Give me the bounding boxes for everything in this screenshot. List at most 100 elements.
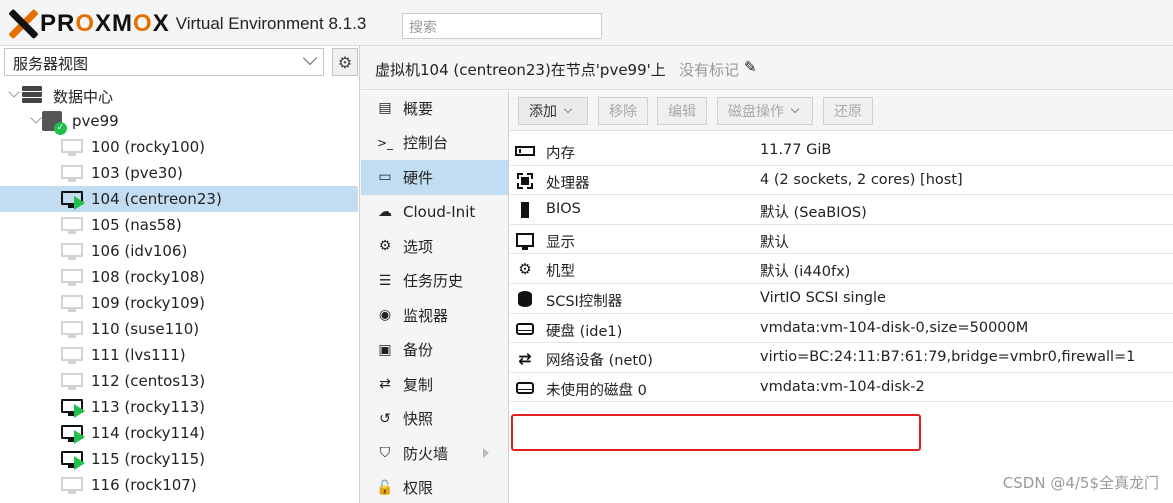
- hardware-row[interactable]: ⚙ 机型 默认 (i440fx): [510, 254, 1173, 284]
- list-icon: ☰: [378, 272, 392, 289]
- tree-node-vm[interactable]: 104 (centreon23): [0, 186, 358, 212]
- hardware-key: BIOS: [546, 201, 581, 218]
- tree-node-vm[interactable]: 105 (nas58): [0, 212, 358, 238]
- hardware-value: 默认 (i440fx): [760, 264, 851, 281]
- vm-running-icon: [61, 191, 85, 210]
- nav-item[interactable]: ☁ Cloud-Init: [361, 195, 508, 230]
- tree-node-vm[interactable]: 112 (centos13): [0, 368, 358, 394]
- tree-node-vm[interactable]: 103 (pve30): [0, 160, 358, 186]
- nav-item-label: 选项: [403, 237, 434, 256]
- tree-settings-button[interactable]: ⚙: [332, 48, 358, 76]
- nav-item-label: 备份: [403, 341, 434, 360]
- tree-node-vm[interactable]: 115 (rocky115): [0, 446, 358, 472]
- add-button[interactable]: 添加: [518, 97, 588, 125]
- nav-item[interactable]: ⇄ 复制: [361, 367, 508, 402]
- datacenter-icon: [22, 86, 42, 104]
- server-view-select[interactable]: 服务器视图: [4, 48, 324, 76]
- nav-item[interactable]: 🔓 权限: [361, 471, 508, 503]
- vm-label: 109 (rocky109): [91, 294, 206, 312]
- tree-node-pve99[interactable]: pve99: [0, 108, 358, 135]
- vm-running-icon: [61, 451, 85, 470]
- hardware-value: virtio=BC:24:11:B7:61:79,bridge=vmbr0,fi…: [760, 349, 1136, 366]
- submenu-arrow-icon: [483, 448, 489, 459]
- hardware-row[interactable]: ⇄ 网络设备 (net0) virtio=BC:24:11:B7:61:79,bri…: [510, 343, 1173, 373]
- vm-label: 115 (rocky115): [91, 450, 206, 468]
- tree-node-vm[interactable]: 111 (lvs111): [0, 342, 358, 368]
- tree-node-vm[interactable]: 113 (rocky113): [0, 394, 358, 420]
- proxmox-logo[interactable]: PROXMOX Virtual Environment 8.1.3: [6, 8, 366, 40]
- nav-item[interactable]: ⚙ 选项: [361, 229, 508, 264]
- vm-stopped-icon: [61, 477, 83, 495]
- hardware-key: 机型: [546, 264, 575, 281]
- hardware-row[interactable]: 内存 11.77 GiB: [510, 136, 1173, 166]
- vm-nav: ▤ 概要 >_ 控制台 ▭ 硬件 ☁ Cloud-Init ⚙ 选项 ☰ 任务历史 ◉ 监视器 ▣ 备份 ⇄ 复制…: [361, 91, 509, 503]
- pencil-icon[interactable]: ✎: [744, 58, 757, 76]
- hardware-key: 处理器: [546, 175, 590, 192]
- chevron-down-icon: [302, 50, 318, 66]
- hdd-icon: [514, 320, 536, 338]
- display-icon: [514, 231, 536, 250]
- hardware-row[interactable]: BIOS 默认 (SeaBIOS): [510, 195, 1173, 225]
- tree-node-vm[interactable]: 116 (rock107): [0, 472, 358, 498]
- search-input[interactable]: 搜索: [402, 13, 602, 39]
- hardware-key: 网络设备 (net0): [546, 353, 653, 370]
- nav-item[interactable]: ▣ 备份: [361, 333, 508, 368]
- nav-item[interactable]: ◉ 监视器: [361, 298, 508, 333]
- tree-node-vm[interactable]: 108 (rocky108): [0, 264, 358, 290]
- monitor-icon: ▭: [378, 169, 392, 186]
- remove-button[interactable]: 移除: [598, 97, 648, 125]
- hardware-row[interactable]: 未使用的磁盘 0 vmdata:vm-104-disk-2: [510, 373, 1173, 403]
- hardware-toolbar: 添加 移除 编辑 磁盘操作 还原: [510, 91, 1173, 131]
- summary-icon: ▤: [378, 100, 392, 117]
- vm-label: 100 (rocky100): [91, 138, 206, 156]
- tree-node-vm[interactable]: 114 (rocky114): [0, 420, 358, 446]
- vm-label: 105 (nas58): [91, 216, 182, 234]
- nav-item[interactable]: >_ 控制台: [361, 126, 508, 161]
- tree-node-vm[interactable]: 109 (rocky109): [0, 290, 358, 316]
- tree-node-datacenter[interactable]: 数据中心: [0, 82, 358, 108]
- tree-node-vm[interactable]: 106 (idv106): [0, 238, 358, 264]
- brand-text: PROXMOX: [40, 10, 170, 37]
- nav-item-label: 监视器: [403, 306, 449, 325]
- cloud-icon: ☁: [378, 203, 392, 220]
- eye-icon: ◉: [378, 307, 392, 324]
- console-icon: >_: [376, 135, 394, 150]
- vm-label: 110 (suse110): [91, 320, 200, 338]
- memory-icon: [514, 142, 536, 160]
- revert-button[interactable]: 还原: [823, 97, 873, 125]
- hardware-value: vmdata:vm-104-disk-0,size=50000M: [760, 319, 1029, 336]
- vm-stopped-icon: [61, 217, 83, 235]
- proxmox-x-icon: [6, 8, 38, 40]
- hardware-key: SCSI控制器: [546, 293, 623, 310]
- vm-label: 116 (rock107): [91, 476, 197, 494]
- expand-chevron-icon[interactable]: [8, 86, 20, 98]
- hardware-row[interactable]: SCSI控制器 VirtIO SCSI single: [510, 284, 1173, 314]
- unlock-icon: 🔓: [376, 479, 394, 496]
- chevron-down-icon: [563, 104, 573, 114]
- tree-node-vm[interactable]: 100 (rocky100): [0, 134, 358, 160]
- history-icon: ↺: [379, 410, 391, 427]
- vm-label: 113 (rocky113): [91, 398, 206, 416]
- expand-chevron-icon[interactable]: [30, 112, 42, 124]
- hardware-row[interactable]: 硬盘 (ide1) vmdata:vm-104-disk-0,size=50000…: [510, 314, 1173, 344]
- nav-item[interactable]: ▤ 概要: [361, 91, 508, 126]
- hardware-row[interactable]: 处理器 4 (2 sockets, 2 cores) [host]: [510, 166, 1173, 196]
- nav-item-label: 控制台: [403, 134, 449, 153]
- nav-item[interactable]: ↺ 快照: [361, 402, 508, 437]
- nav-item[interactable]: ☰ 任务历史: [361, 264, 508, 299]
- vm-stopped-icon: [61, 321, 83, 339]
- nav-item-label: 权限: [403, 479, 434, 498]
- edit-button[interactable]: 编辑: [657, 97, 707, 125]
- node-online-icon: [42, 111, 67, 135]
- disk-action-button[interactable]: 磁盘操作: [717, 97, 813, 125]
- tags-label: 没有标记: [679, 61, 740, 79]
- nav-item-label: Cloud-Init: [403, 202, 476, 221]
- hardware-row[interactable]: 显示 默认: [510, 225, 1173, 255]
- vm-stopped-icon: [61, 373, 83, 391]
- vm-label: 108 (rocky108): [91, 268, 206, 286]
- tree-node-vm[interactable]: 110 (suse110): [0, 316, 358, 342]
- retweet-icon: ⇄: [379, 376, 391, 393]
- nav-item[interactable]: ▭ 硬件: [361, 160, 508, 195]
- vm-label: 103 (pve30): [91, 164, 183, 182]
- nav-item[interactable]: ⛉ 防火墙: [361, 436, 508, 471]
